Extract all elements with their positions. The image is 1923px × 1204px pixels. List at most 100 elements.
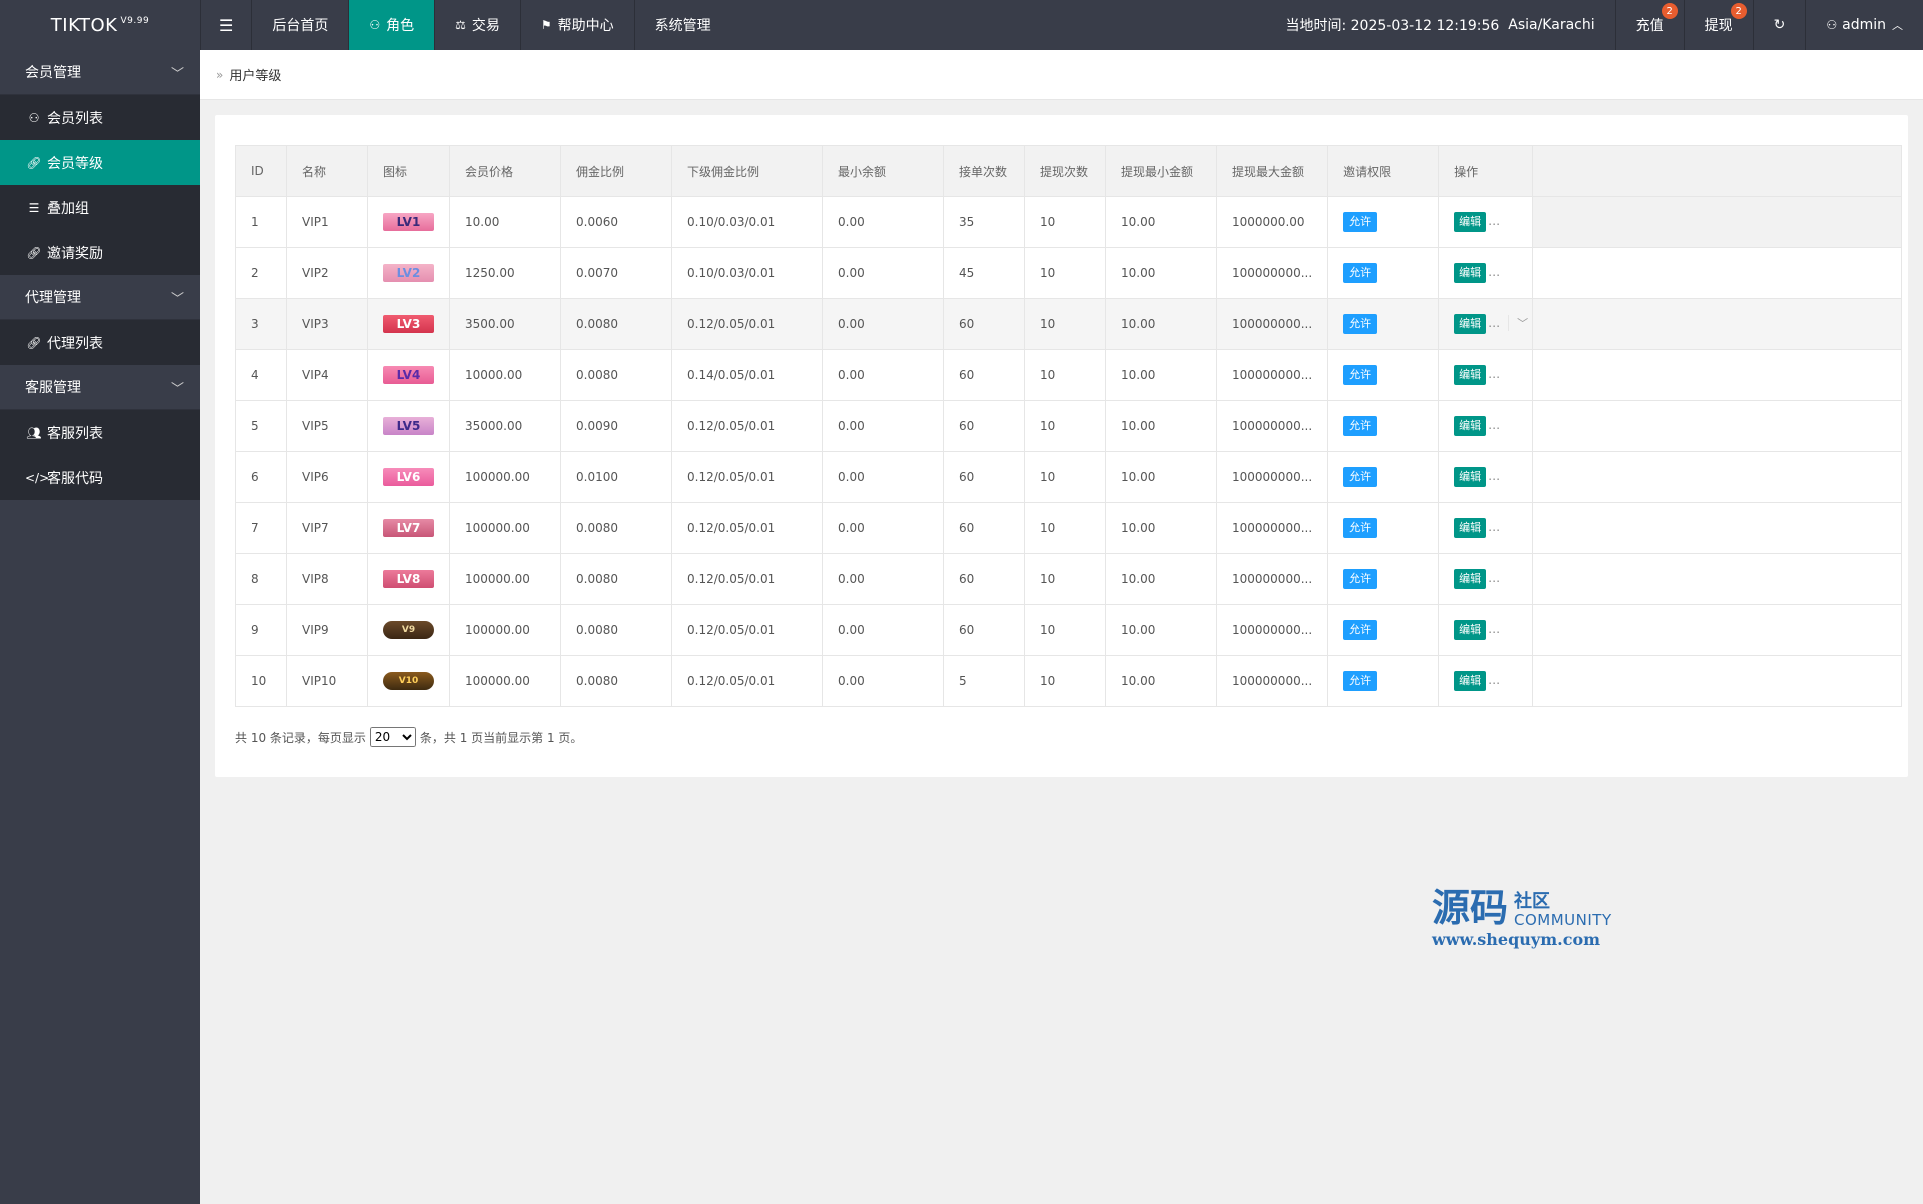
nav-system[interactable]: 系统管理 xyxy=(633,0,731,50)
sidebar-item-support-code[interactable]: </> 客服代码 xyxy=(0,455,200,500)
user-menu[interactable]: ⚇ admin ︿ xyxy=(1805,0,1923,50)
local-time: 当地时间: 2025-03-12 12:19:56 Asia/Karachi xyxy=(1265,0,1614,50)
edit-button[interactable]: 编辑 xyxy=(1454,569,1487,589)
cell-name: VIP8 xyxy=(286,553,368,605)
cell-name: VIP7 xyxy=(286,502,368,554)
cell-min-balance: 0.00 xyxy=(822,451,944,503)
cell-price: 35000.00 xyxy=(449,400,561,452)
recharge-badge: 2 xyxy=(1661,3,1678,19)
cell-price: 1250.00 xyxy=(449,247,561,299)
content-card: ID 名称 图标 会员价格 佣金比例 下级佣金比例 最小余额 接单次数 提现次数… xyxy=(215,115,1908,777)
refresh-button[interactable]: ↻ xyxy=(1752,0,1806,50)
cell-wd-min: 10.00 xyxy=(1105,400,1217,452)
cell-min-balance: 0.00 xyxy=(822,553,944,605)
cell-sub-rate: 0.12/0.05/0.01 xyxy=(671,502,823,554)
user-icon: ⚇ xyxy=(28,110,40,125)
menu-toggle-button[interactable]: ☰ xyxy=(200,0,251,50)
chevron-down-icon[interactable]: ﹀ xyxy=(1508,315,1528,331)
sidebar-group-members[interactable]: 会员管理 ﹀ xyxy=(0,50,200,95)
cell-wd-min: 10.00 xyxy=(1105,298,1217,350)
sidebar-item-invite-reward[interactable]: 🔗︎ 邀请奖励 xyxy=(0,230,200,275)
more-icon[interactable]: … xyxy=(1488,316,1500,330)
nav-help[interactable]: ⚑ 帮助中心 xyxy=(519,0,634,50)
sidebar-item-stack-group[interactable]: ☰ 叠加组 xyxy=(0,185,200,230)
sidebar-item-support-list[interactable]: 👥︎ 客服列表 xyxy=(0,410,200,455)
more-icon[interactable]: … xyxy=(1488,520,1500,534)
more-icon[interactable]: … xyxy=(1488,622,1500,636)
sidebar-item-member-level[interactable]: 🔗︎ 会员等级 xyxy=(0,140,200,185)
cell-wd-max: 100000000... xyxy=(1215,502,1329,554)
cell-price: 3500.00 xyxy=(449,298,561,350)
brand-logo[interactable]: TIKTOK V9.99 xyxy=(0,0,200,50)
cell-orders: 60 xyxy=(943,400,1025,452)
level-badge-icon: LV6 xyxy=(383,468,434,486)
allow-button[interactable]: 允许 xyxy=(1343,518,1378,538)
allow-button[interactable]: 允许 xyxy=(1343,263,1378,283)
cell-wd-max: 100000000... xyxy=(1215,655,1329,707)
more-icon[interactable]: … xyxy=(1488,469,1500,483)
more-icon[interactable]: … xyxy=(1488,418,1500,432)
top-bar: TIKTOK V9.99 ☰ 后台首页 ⚇ 角色 ⚖ 交易 ⚑ 帮助中心 系统管理 当地… xyxy=(0,0,1923,50)
edit-button[interactable]: 编辑 xyxy=(1454,314,1487,334)
edit-button[interactable]: 编辑 xyxy=(1454,416,1487,436)
table-row: 4 VIP4 LV4 10000.00 0.0080 0.14/0.05/0.01 0.00… xyxy=(235,349,1903,401)
table-row: 6 VIP6 LV6 100000.00 0.0100 0.12/0.05/0.01 0.0… xyxy=(235,451,1903,503)
withdraw-button[interactable]: 提现 2 xyxy=(1683,0,1753,50)
sidebar-group-support[interactable]: 客服管理 ﹀ xyxy=(0,365,200,410)
allow-button[interactable]: 允许 xyxy=(1343,569,1378,589)
edit-button[interactable]: 编辑 xyxy=(1454,620,1487,640)
allow-button[interactable]: 允许 xyxy=(1343,620,1378,640)
cell-min-balance: 0.00 xyxy=(822,502,944,554)
allow-button[interactable]: 允许 xyxy=(1343,212,1378,232)
page-size-select[interactable]: 20 xyxy=(369,727,416,747)
table-row: 5 VIP5 LV5 35000.00 0.0090 0.12/0.05/0.01 0.00… xyxy=(235,400,1903,452)
cell-min-balance: 0.00 xyxy=(822,196,944,248)
more-icon[interactable]: … xyxy=(1488,367,1500,381)
cell-name: VIP10 xyxy=(286,655,368,707)
watermark-url: www.shequym.com xyxy=(1432,930,1601,949)
level-badge-icon: LV2 xyxy=(383,264,434,282)
cell-price: 10.00 xyxy=(449,196,561,248)
allow-button[interactable]: 允许 xyxy=(1343,314,1378,334)
cell-edit: 编辑… xyxy=(1438,400,1534,452)
sidebar-item-member-list[interactable]: ⚇ 会员列表 xyxy=(0,95,200,140)
cell-withdraw-times: 10 xyxy=(1024,655,1106,707)
level-badge-icon: LV3 xyxy=(383,315,434,333)
more-icon[interactable]: … xyxy=(1488,214,1500,228)
cell-withdraw-times: 10 xyxy=(1024,400,1106,452)
allow-button[interactable]: 允许 xyxy=(1343,365,1378,385)
edit-button[interactable]: 编辑 xyxy=(1454,467,1487,487)
nav-trade[interactable]: ⚖ 交易 xyxy=(434,0,520,50)
edit-button[interactable]: 编辑 xyxy=(1454,518,1487,538)
link-icon: 🔗︎ xyxy=(26,155,42,170)
nav-home[interactable]: 后台首页 xyxy=(251,0,348,50)
allow-button[interactable]: 允许 xyxy=(1343,467,1378,487)
edit-button[interactable]: 编辑 xyxy=(1454,365,1487,385)
sidebar-group-agents[interactable]: 代理管理 ﹀ xyxy=(0,275,200,320)
cell-price: 100000.00 xyxy=(449,451,561,503)
more-icon[interactable]: … xyxy=(1488,673,1500,687)
level-badge-icon: LV8 xyxy=(383,570,434,588)
col-wd-min: 提现最小金额 xyxy=(1105,145,1217,197)
edit-button[interactable]: 编辑 xyxy=(1454,212,1487,232)
cell-rate: 0.0080 xyxy=(560,655,672,707)
cell-id: 2 xyxy=(235,247,287,299)
cell-filler xyxy=(1532,655,1903,707)
more-icon[interactable]: … xyxy=(1488,571,1500,585)
more-icon[interactable]: … xyxy=(1488,265,1500,279)
watermark-community: COMMUNITY xyxy=(1514,911,1612,929)
nav-role[interactable]: ⚇ 角色 xyxy=(348,0,435,50)
col-price: 会员价格 xyxy=(449,145,561,197)
cell-filler xyxy=(1532,247,1903,299)
edit-button[interactable]: 编辑 xyxy=(1454,263,1487,283)
allow-button[interactable]: 允许 xyxy=(1343,416,1378,436)
sidebar-item-agent-list[interactable]: 🔗︎ 代理列表 xyxy=(0,320,200,365)
recharge-button[interactable]: 充值 2 xyxy=(1614,0,1684,50)
allow-button[interactable]: 允许 xyxy=(1343,671,1378,691)
cell-orders: 60 xyxy=(943,553,1025,605)
cell-sub-rate: 0.12/0.05/0.01 xyxy=(671,604,823,656)
col-sub-rate: 下级佣金比例 xyxy=(671,145,823,197)
cell-wd-max: 100000000... xyxy=(1215,400,1329,452)
edit-button[interactable]: 编辑 xyxy=(1454,671,1487,691)
level-badge-icon: LV1 xyxy=(383,213,434,231)
